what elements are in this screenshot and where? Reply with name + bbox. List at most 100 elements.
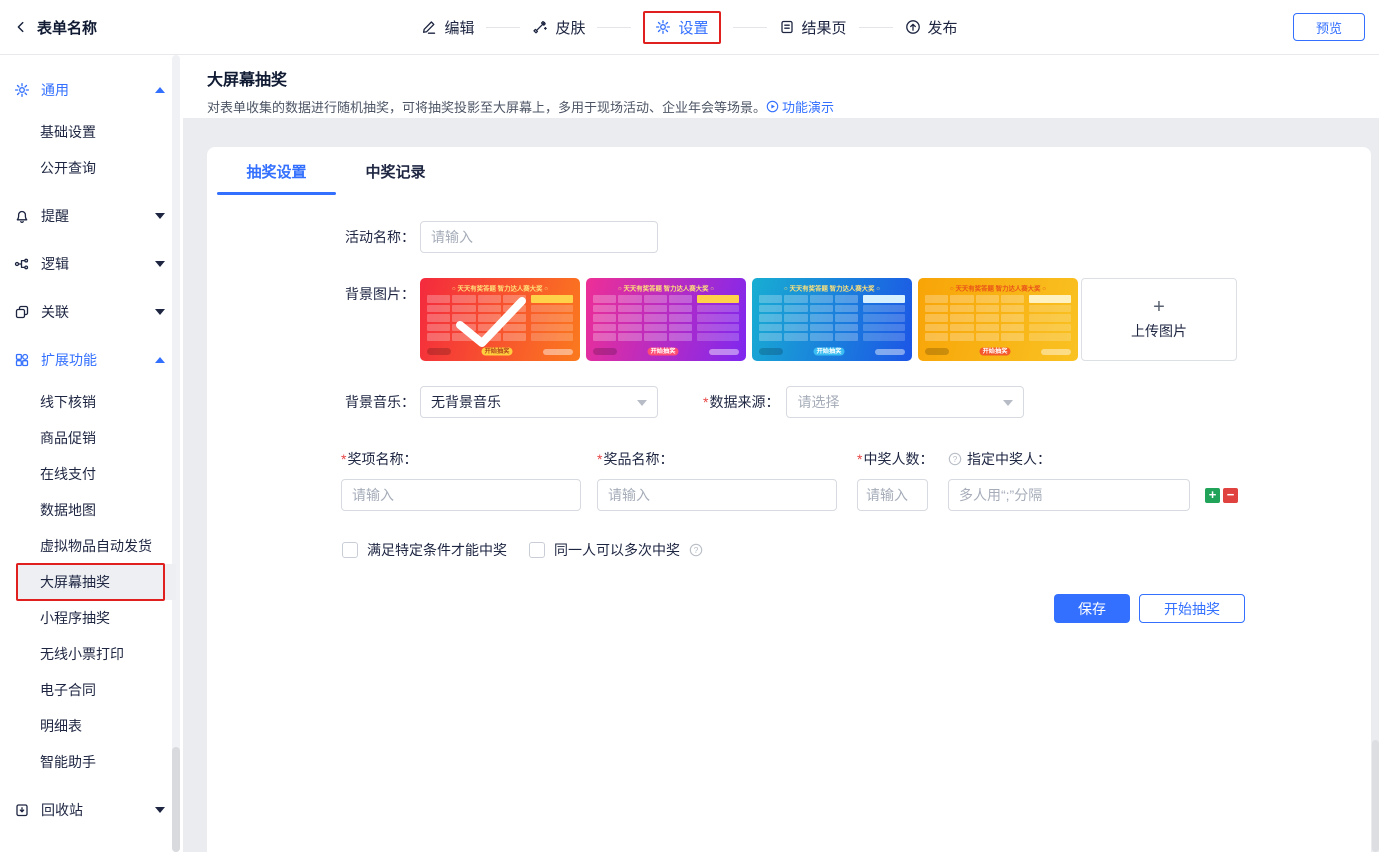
bg-template-red-selected[interactable]: ○ 天天有奖答题 智力达人赛大奖 ○开始抽奖: [420, 278, 580, 361]
template-name-grid: [759, 295, 858, 341]
page-scrollbar-thumb[interactable]: [1372, 740, 1379, 852]
publish-icon: [905, 19, 921, 35]
top-navigation-bar: 表单名称 编辑 皮肤 设置 结果页 发布 预览: [0, 0, 1379, 55]
background-music-select[interactable]: 无背景音乐: [420, 386, 658, 418]
template-badge: [427, 348, 451, 355]
chevron-up-icon: [155, 357, 165, 363]
sidebar-item-basic-settings[interactable]: 基础设置: [0, 114, 183, 150]
chevron-down-icon: [155, 807, 165, 813]
template-start-button: 开始抽奖: [648, 347, 679, 355]
sidebar-item-big-screen-lottery[interactable]: 大屏幕抽奖: [16, 564, 176, 600]
sidebar-item-virtual-goods-delivery[interactable]: 虚拟物品自动发货: [0, 528, 183, 564]
sidebar-item-wireless-receipt-print[interactable]: 无线小票打印: [0, 636, 183, 672]
feature-demo-link[interactable]: 功能演示: [766, 97, 834, 116]
trash-icon: [14, 802, 30, 818]
step-skin[interactable]: 皮肤: [532, 17, 585, 38]
save-button[interactable]: 保存: [1054, 594, 1130, 623]
sidebar-item-data-map[interactable]: 数据地图: [0, 492, 183, 528]
sidebar-item-offline-verification[interactable]: 线下核销: [0, 384, 183, 420]
background-template-list: ○ 天天有奖答题 智力达人赛大奖 ○ 开始抽奖 ○ 天天有奖答题 智力达人赛大奖 ○…: [420, 278, 1078, 361]
template-prize-list: [697, 295, 739, 341]
template-badge: [709, 349, 739, 355]
bg-template-purple[interactable]: ○ 天天有奖答题 智力达人赛大奖 ○开始抽奖: [586, 278, 746, 361]
bg-template-orange[interactable]: ○ 天天有奖答题 智力达人赛大奖 ○开始抽奖: [918, 278, 1078, 361]
bell-icon: [14, 208, 30, 224]
sidebar-group-logic[interactable]: 逻辑: [0, 240, 183, 288]
sidebar-item-ai-assistant[interactable]: 智能助手: [0, 744, 183, 780]
bg-template-blue[interactable]: ○ 天天有奖答题 智力达人赛大奖 ○ 开始抽奖: [752, 278, 912, 361]
step-settings[interactable]: 设置: [643, 11, 720, 44]
step-edit[interactable]: 编辑: [421, 17, 474, 38]
tab-winning-records[interactable]: 中奖记录: [336, 147, 455, 195]
sidebar-item-label: 大屏幕抽奖: [40, 572, 110, 592]
sidebar-item-label: 无线小票打印: [40, 644, 124, 664]
back-button[interactable]: 表单名称: [0, 17, 170, 38]
template-start-button: 开始抽奖: [814, 347, 845, 355]
assigned-winner-input[interactable]: [948, 479, 1190, 511]
help-circle-icon[interactable]: ?: [948, 452, 962, 466]
settings-sidebar: 通用基础设置公开查询提醒逻辑关联扩展功能线下核销商品促销在线支付数据地图虚拟物品…: [0, 55, 183, 852]
checkbox-unchecked[interactable]: [342, 542, 358, 558]
preview-button[interactable]: 预览: [1293, 13, 1365, 41]
sidebar-item-label: 商品促销: [40, 428, 96, 448]
prize-name-input[interactable]: [597, 479, 837, 511]
step-connector-line: [597, 27, 631, 28]
template-title-text: ○ 天天有奖答题 智力达人赛大奖 ○: [781, 283, 883, 291]
step-label: 发布: [928, 17, 958, 38]
award-name-input[interactable]: [341, 479, 581, 511]
step-publish[interactable]: 发布: [905, 17, 958, 38]
sidebar-item-miniprogram-lottery[interactable]: 小程序抽奖: [0, 600, 183, 636]
main-content: 大屏幕抽奖 对表单收集的数据进行随机抽奖，可将抽奖投影至大屏幕上，多用于现场活动…: [183, 55, 1379, 852]
template-badge: [925, 348, 949, 355]
sidebar-group-label: 扩展功能: [41, 350, 144, 370]
winner-count-input[interactable]: [857, 479, 928, 511]
sidebar-group-extensions[interactable]: 扩展功能: [0, 336, 183, 384]
sidebar-item-e-contract[interactable]: 电子合同: [0, 672, 183, 708]
sidebar-group-relation[interactable]: 关联: [0, 288, 183, 336]
sidebar-item-detail-table[interactable]: 明细表: [0, 708, 183, 744]
sidebar-item-label: 线下核销: [40, 392, 96, 412]
step-connector-line: [486, 27, 520, 28]
help-circle-icon[interactable]: ?: [689, 543, 703, 557]
sidebar-item-product-promotion[interactable]: 商品促销: [0, 420, 183, 456]
chevron-down-icon: [155, 261, 165, 267]
svg-text:?: ?: [953, 454, 958, 464]
condition-to-win-checkbox-row[interactable]: 满足特定条件才能中奖: [342, 540, 507, 560]
data-source-select[interactable]: 请选择: [786, 386, 1024, 418]
result-icon: [779, 19, 795, 35]
checkbox-unchecked[interactable]: [529, 542, 545, 558]
gear-icon: [655, 19, 671, 35]
award-name-label: *奖项名称：: [341, 449, 581, 469]
template-badge: [1041, 349, 1071, 355]
sidebar-item-online-payment[interactable]: 在线支付: [0, 456, 183, 492]
sidebar-item-label: 智能助手: [40, 752, 96, 772]
sidebar-group-reminder[interactable]: 提醒: [0, 192, 183, 240]
plus-icon: +: [1153, 298, 1165, 316]
remove-prize-row-button[interactable]: −: [1223, 488, 1238, 503]
upload-image-button[interactable]: + 上传图片: [1081, 278, 1237, 361]
step-result[interactable]: 结果页: [779, 17, 847, 38]
activity-name-input[interactable]: [420, 221, 658, 253]
sidebar-item-public-query[interactable]: 公开查询: [0, 150, 183, 186]
logic-icon: [14, 256, 30, 272]
sidebar-item-label: 小程序抽奖: [40, 608, 110, 628]
sidebar-item-label: 在线支付: [40, 464, 96, 484]
template-title-text: ○ 天天有奖答题 智力达人赛大奖 ○: [449, 283, 551, 291]
sidebar-group-recycle-bin[interactable]: 回收站: [0, 786, 183, 834]
template-badge: [593, 348, 617, 355]
skin-icon: [532, 19, 548, 35]
page-description: 对表单收集的数据进行随机抽奖，可将抽奖投影至大屏幕上，多用于现场活动、企业年会等…: [207, 97, 766, 116]
play-circle-icon: [766, 100, 779, 113]
add-prize-row-button[interactable]: +: [1205, 488, 1220, 503]
tab-lottery-settings[interactable]: 抽奖设置: [217, 147, 336, 195]
template-start-button: 开始抽奖: [980, 347, 1011, 355]
sidebar-group-general[interactable]: 通用: [0, 66, 183, 114]
form-name-title: 表单名称: [37, 17, 97, 38]
step-connector-line: [733, 27, 767, 28]
template-prize-list: [863, 295, 905, 341]
start-lottery-button[interactable]: 开始抽奖: [1139, 594, 1245, 623]
sidebar-group-label: 关联: [41, 302, 144, 322]
step-label: 皮肤: [555, 17, 585, 38]
multiple-wins-checkbox-row[interactable]: 同一人可以多次中奖 ?: [529, 540, 703, 560]
sidebar-scrollbar-thumb[interactable]: [172, 747, 180, 852]
